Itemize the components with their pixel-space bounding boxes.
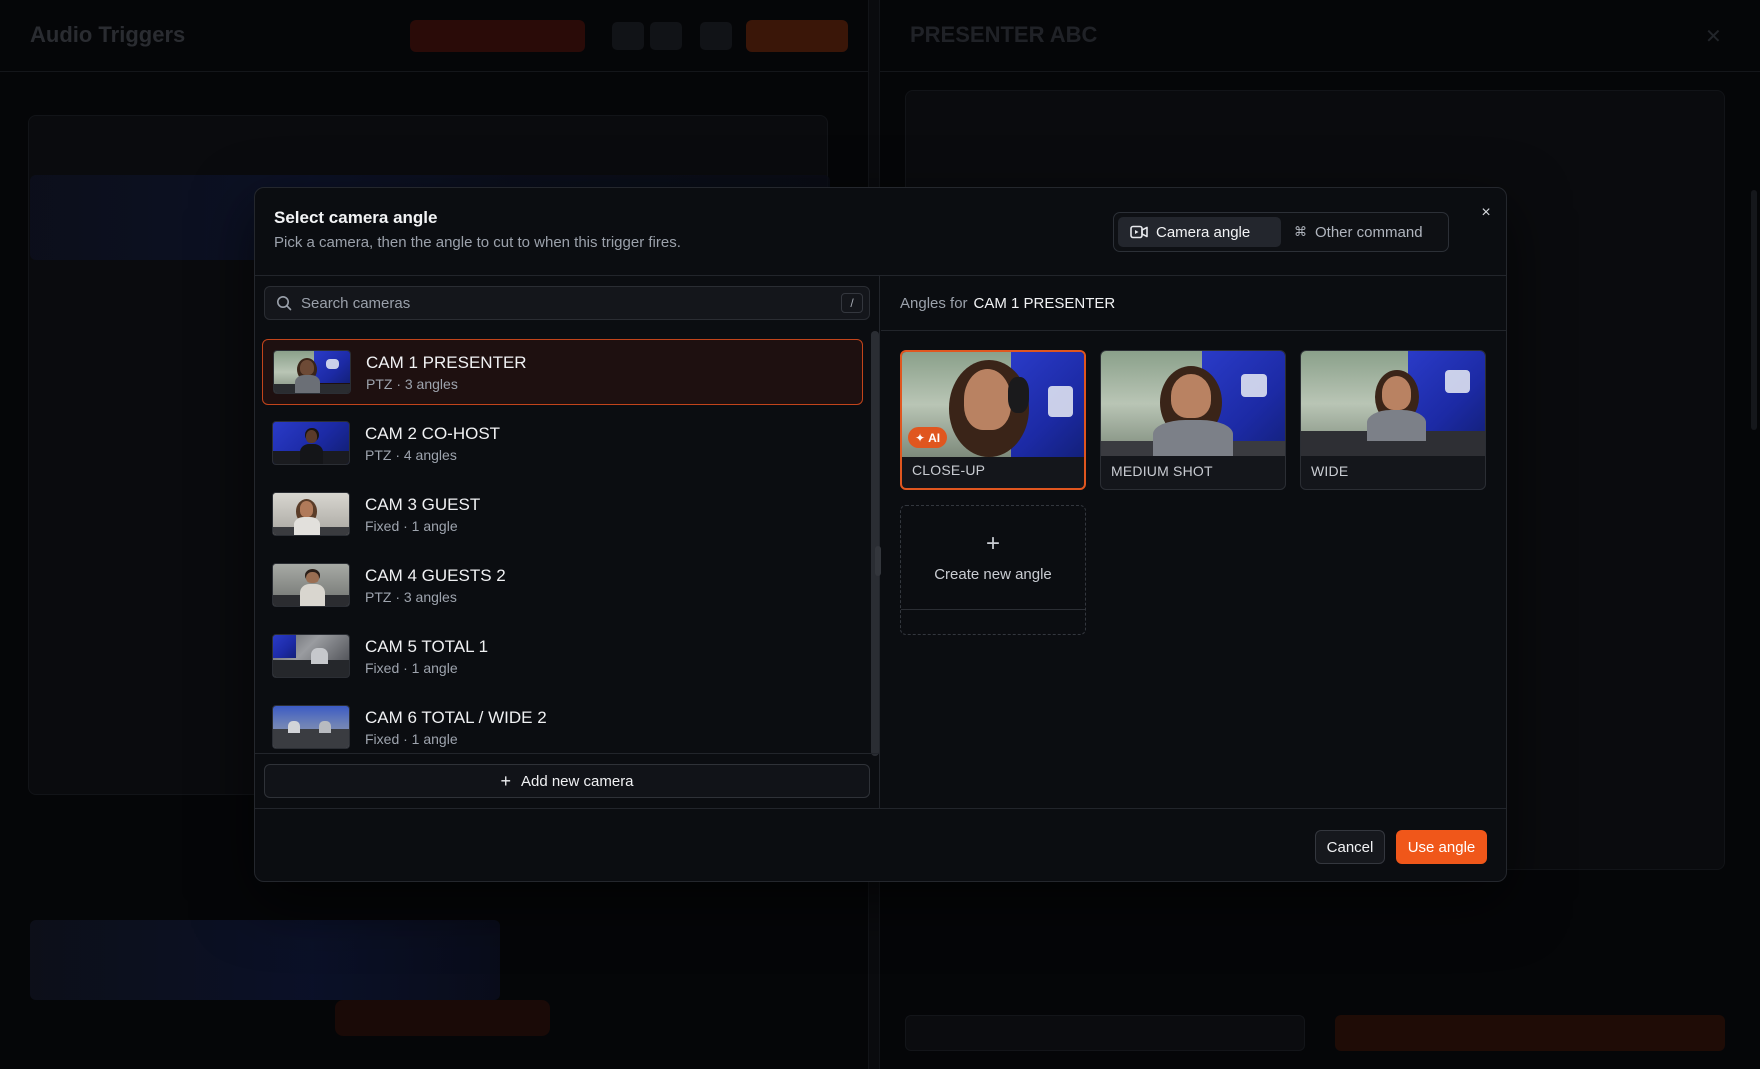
angle-card-wide[interactable]: WIDE — [1300, 350, 1486, 490]
camera-name: CAM 5 TOTAL 1 — [365, 636, 489, 656]
create-angle-label-bar — [901, 609, 1085, 634]
camera-item[interactable]: CAM 1 PRESENTER PTZ · 3 angles — [262, 339, 863, 405]
angles-pane: Angles for CAM 1 PRESENTER ✦ AI CLOSE-UP… — [881, 276, 1506, 808]
background-chip — [650, 22, 682, 50]
create-new-angle-card[interactable]: + Create new angle — [900, 505, 1086, 635]
dialog-subtitle: Pick a camera, then the angle to cut to … — [274, 234, 681, 251]
dialog-header: Select camera angle Pick a camera, then … — [255, 188, 1506, 276]
camera-thumbnail — [272, 634, 350, 678]
camera-thumbnail — [272, 421, 350, 465]
add-new-camera-button[interactable]: + Add new camera — [264, 764, 870, 798]
camera-name: CAM 1 PRESENTER — [366, 352, 527, 372]
angle-label: CLOSE-UP — [912, 462, 986, 478]
camera-meta: PTZ · 4 angles — [365, 446, 457, 463]
background-button — [905, 1015, 1305, 1051]
background-live-pill — [335, 1000, 550, 1036]
command-icon: ⌘ — [1294, 224, 1307, 239]
camera-meta: Fixed · 1 angle — [365, 659, 458, 676]
camera-list-pane: / CAM 1 PRESENTER PTZ · 3 angles — [255, 276, 881, 808]
select-camera-angle-dialog: Select camera angle Pick a camera, then … — [254, 187, 1507, 882]
angles-camera-name: CAM 1 PRESENTER — [973, 294, 1116, 312]
camera-item[interactable]: CAM 3 GUEST Fixed · 1 angle — [262, 481, 863, 547]
video-camera-icon — [1130, 225, 1148, 239]
camera-name: CAM 4 GUESTS 2 — [365, 565, 506, 585]
scrollbar-thumb[interactable] — [871, 331, 879, 756]
add-new-camera-label: Add new camera — [520, 772, 634, 790]
angle-label: WIDE — [1311, 463, 1349, 479]
camera-list: CAM 1 PRESENTER PTZ · 3 angles CAM 2 CO-… — [262, 339, 863, 754]
dialog-title: Select camera angle — [274, 208, 438, 227]
command-type-toggle: Camera angle ⌘ Other command — [1113, 212, 1449, 252]
background-chip — [612, 22, 644, 50]
camera-meta: PTZ · 3 angles — [366, 375, 458, 392]
angles-prefix: Angles for — [900, 294, 968, 312]
plus-icon: + — [985, 530, 1000, 557]
camera-thumbnail — [272, 492, 350, 536]
background-button-row — [905, 1015, 1725, 1051]
search-shortcut-hint: / — [841, 293, 863, 313]
camera-thumbnail — [273, 350, 351, 394]
background-topbar: Audio Triggers PRESENTER ABC ✕ — [0, 0, 1760, 72]
create-new-angle-label: Create new angle — [934, 566, 1052, 583]
cancel-button[interactable]: Cancel — [1315, 830, 1385, 864]
camera-list-scrollbar[interactable] — [871, 331, 879, 756]
dialog-footer: Cancel Use angle — [255, 808, 1506, 881]
sparkle-icon: ✦ — [915, 430, 926, 445]
camera-item[interactable]: CAM 6 TOTAL / WIDE 2 Fixed · 1 angle — [262, 694, 863, 754]
camera-thumbnail — [272, 563, 350, 607]
plus-icon: + — [500, 771, 511, 791]
angle-preview-image — [1101, 351, 1285, 456]
camera-name: CAM 6 TOTAL / WIDE 2 — [365, 707, 547, 727]
camera-name: CAM 3 GUEST — [365, 494, 481, 514]
close-icon[interactable]: × — [1475, 202, 1497, 224]
tab-camera-angle-label: Camera angle — [1156, 223, 1251, 241]
background-scrollbar — [1751, 190, 1757, 430]
angle-preview-image — [1301, 351, 1485, 456]
tab-other-command[interactable]: ⌘ Other command — [1282, 217, 1444, 247]
camera-name: CAM 2 CO-HOST — [365, 423, 501, 443]
camera-meta: PTZ · 3 angles — [365, 588, 457, 605]
camera-meta: Fixed · 1 angle — [365, 730, 458, 747]
background-right-title: PRESENTER ABC — [910, 22, 1098, 47]
background-primary-button — [746, 20, 848, 52]
camera-item[interactable]: CAM 4 GUESTS 2 PTZ · 3 angles — [262, 552, 863, 618]
camera-item[interactable]: CAM 2 CO-HOST PTZ · 4 angles — [262, 410, 863, 476]
angle-card-medium-shot[interactable]: MEDIUM SHOT — [1100, 350, 1286, 490]
search-icon — [276, 294, 294, 312]
search-input[interactable] — [294, 294, 841, 312]
background-chip — [700, 22, 732, 50]
background-button — [1335, 1015, 1725, 1051]
camera-meta: Fixed · 1 angle — [365, 517, 458, 534]
background-app-title: Audio Triggers — [30, 22, 186, 47]
camera-item[interactable]: CAM 5 TOTAL 1 Fixed · 1 angle — [262, 623, 863, 689]
use-angle-button[interactable]: Use angle — [1396, 830, 1487, 864]
angles-header: Angles for CAM 1 PRESENTER — [881, 276, 1506, 331]
angle-card-close-up[interactable]: ✦ AI CLOSE-UP — [900, 350, 1086, 490]
camera-list-footer: + Add new camera — [255, 753, 880, 808]
camera-thumbnail — [272, 705, 350, 749]
angle-label: MEDIUM SHOT — [1111, 463, 1213, 479]
background-record-button — [410, 20, 585, 52]
tab-camera-angle[interactable]: Camera angle — [1118, 217, 1281, 247]
ai-badge: ✦ AI — [908, 427, 948, 448]
tab-other-command-label: Other command — [1315, 223, 1423, 241]
camera-search: / — [264, 286, 870, 320]
background-close-icon: ✕ — [1705, 26, 1722, 48]
background-thumbnails — [30, 920, 500, 1000]
ai-badge-label: AI — [928, 430, 941, 445]
